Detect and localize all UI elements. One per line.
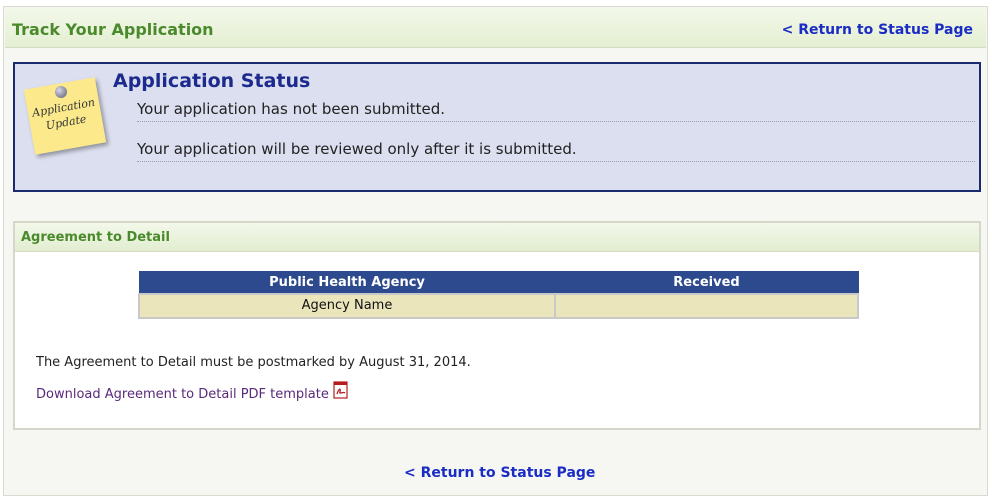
agency-name-cell: Agency Name — [138, 292, 556, 319]
agency-table: Public Health Agency Received Agency Nam… — [138, 271, 859, 319]
agreement-header: Agreement to Detail — [15, 223, 979, 252]
page-header: Track Your Application < Return to Statu… — [5, 8, 986, 48]
download-link-label: Download Agreement to Detail PDF templat… — [36, 387, 329, 402]
table-header-row: Public Health Agency Received — [138, 271, 859, 294]
table-row: Agency Name — [138, 292, 859, 319]
return-to-status-link-top[interactable]: < Return to Status Page — [782, 22, 973, 38]
return-to-status-link-bottom[interactable]: < Return to Status Page — [404, 465, 595, 481]
received-cell — [554, 292, 859, 319]
column-header-received: Received — [554, 271, 859, 294]
application-status-panel: Application Update Application Status Yo… — [13, 62, 981, 192]
status-message-review: Your application will be reviewed only a… — [137, 134, 975, 162]
status-message-not-submitted: Your application has not been submitted. — [137, 94, 975, 122]
page-title: Track Your Application — [12, 20, 214, 39]
pushpin-icon — [55, 86, 67, 98]
column-header-agency: Public Health Agency — [138, 271, 556, 294]
pdf-icon[interactable] — [333, 381, 349, 399]
download-template-link[interactable]: Download Agreement to Detail PDF templat… — [36, 381, 349, 402]
agreement-title: Agreement to Detail — [21, 230, 170, 245]
agreement-panel: Agreement to Detail Public Health Agency… — [13, 221, 981, 430]
status-title: Application Status — [113, 70, 311, 92]
postmark-deadline-text: The Agreement to Detail must be postmark… — [36, 355, 471, 370]
page-container: Track Your Application < Return to Statu… — [3, 6, 988, 496]
